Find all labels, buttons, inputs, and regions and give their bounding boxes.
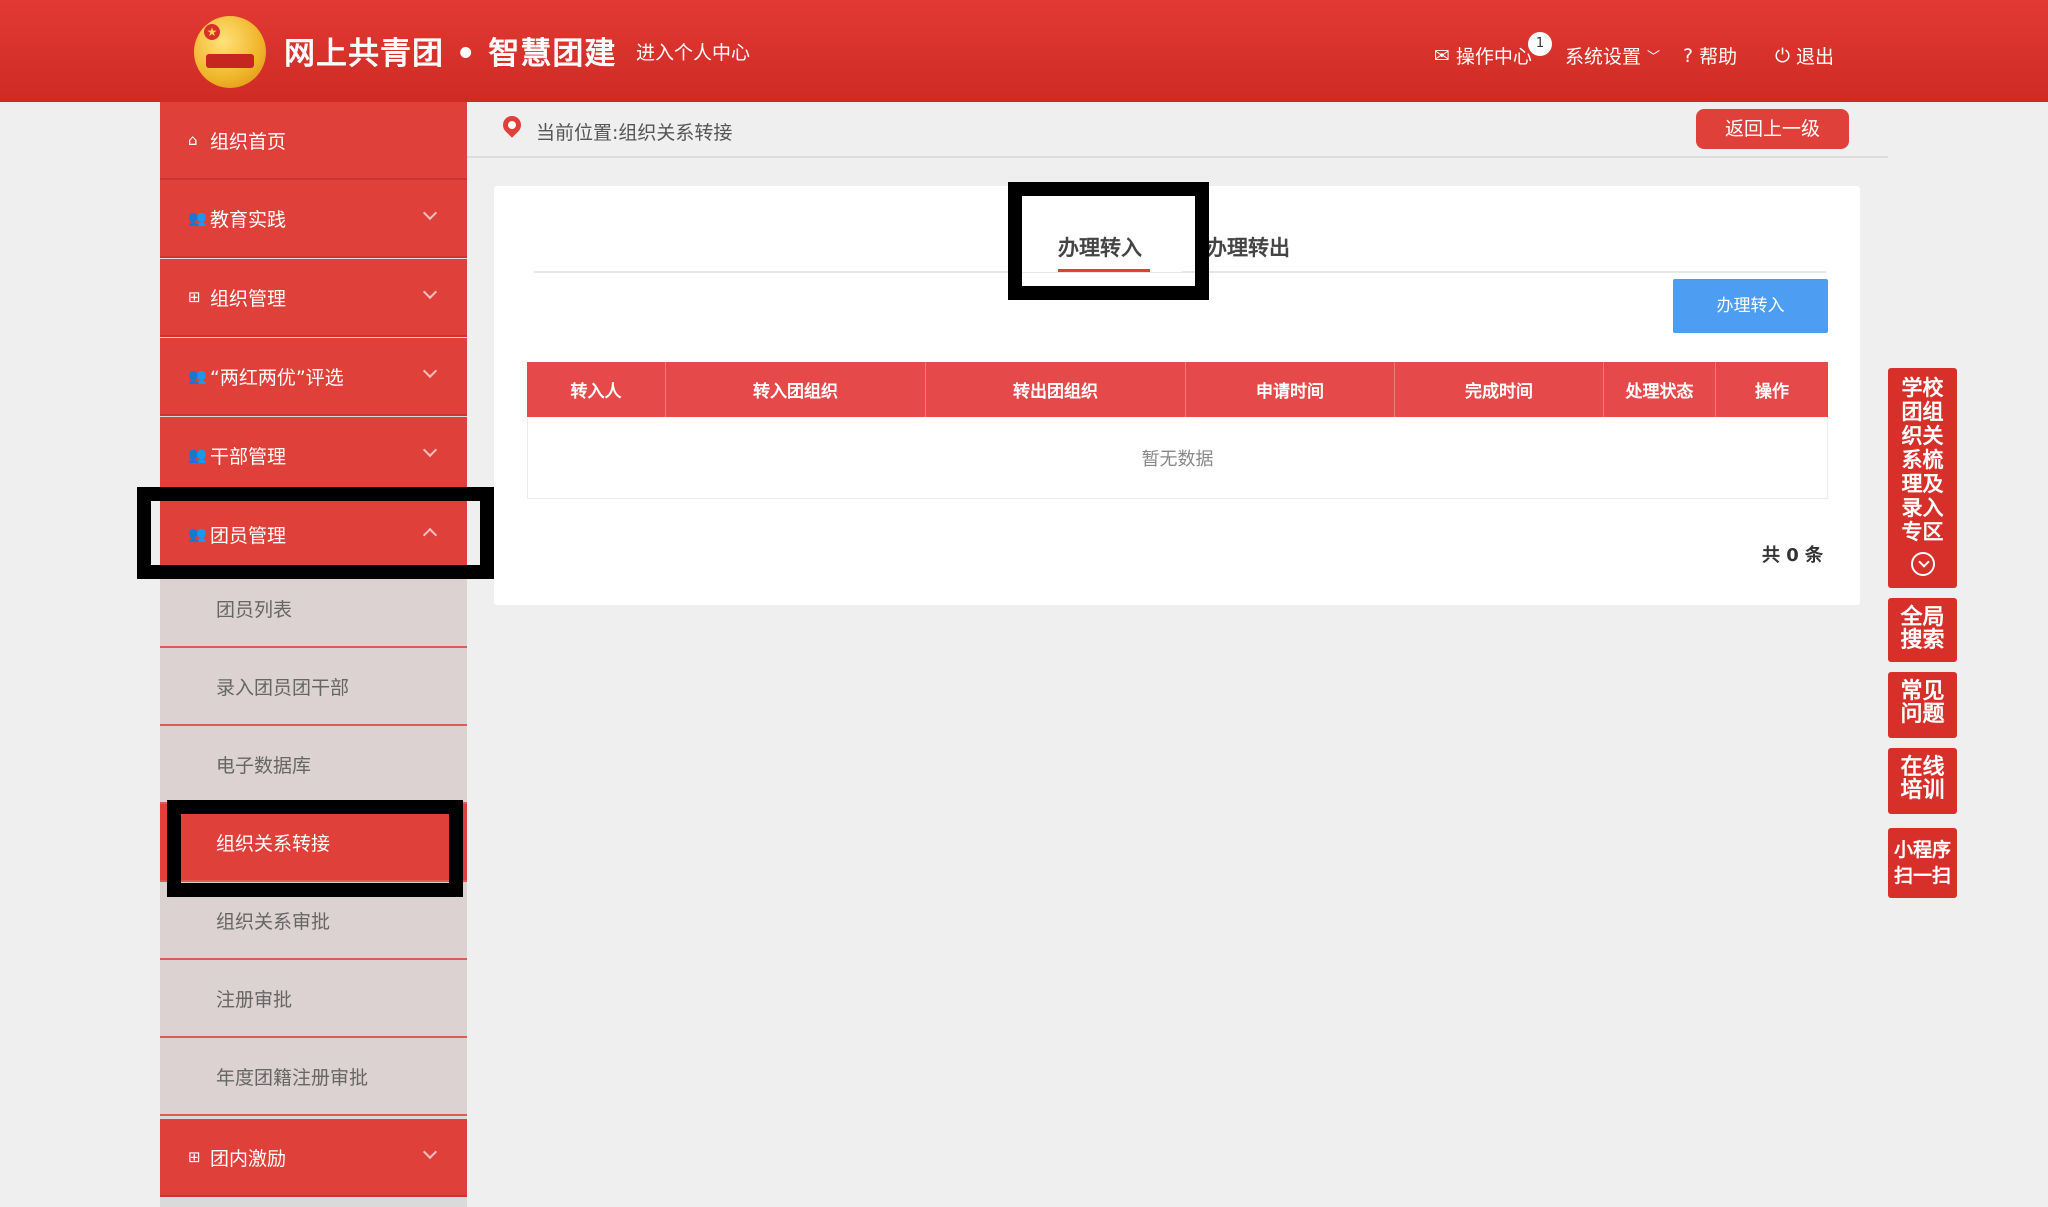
sidebar-item-incentives[interactable]: ⊞ 团内激励 (160, 1119, 467, 1197)
transfer-table: 转入人 转入团组织 转出团组织 申请时间 完成时间 处理状态 操作 暂无数据 (527, 362, 1828, 499)
site-title: 网上共青团 • 智慧团建 (284, 36, 617, 72)
back-button[interactable]: 返回上一级 (1696, 109, 1849, 149)
sidebar-item-label: 干部管理 (210, 445, 287, 468)
sidebar-subitem-registration-approval[interactable]: 注册审批 (160, 960, 467, 1038)
help-link[interactable]: ? 帮助 (1683, 42, 1737, 69)
ops-center-link[interactable]: ✉ 操作中心 (1434, 42, 1532, 69)
chevron-down-icon (422, 205, 438, 221)
global-search-tab[interactable]: 全局搜索 (1888, 598, 1957, 662)
chevron-down-icon (422, 284, 438, 300)
column-header[interactable]: 操作 (1716, 362, 1828, 417)
column-header[interactable]: 转出团组织 (926, 362, 1186, 417)
star-icon: ★ (204, 24, 220, 40)
question-icon: ? (1683, 44, 1694, 67)
league-logo: ★ (194, 16, 266, 88)
sidebar-subitem-database[interactable]: 电子数据库 (160, 726, 467, 804)
sidebar-subitem-add-member[interactable]: 录入团员团干部 (160, 648, 467, 726)
highlight-box-members (137, 487, 494, 579)
ribbon-icon (206, 54, 254, 68)
chevron-down-icon (422, 442, 438, 458)
faq-label: 常见问题 (1900, 679, 1945, 727)
system-settings-menu[interactable]: 系统设置 ﹀ (1565, 42, 1660, 69)
empty-table-message: 暂无数据 (527, 417, 1828, 499)
table-header-row: 转入人 转入团组织 转出团组织 申请时间 完成时间 处理状态 操作 (527, 362, 1828, 417)
global-search-label: 全局搜索 (1900, 605, 1945, 653)
breadcrumb-text: 当前位置:组织关系转接 (536, 122, 733, 144)
transfer-in-button[interactable]: 办理转入 (1673, 279, 1828, 333)
users-icon: 👥 (188, 367, 207, 385)
sidebar-item-org-management[interactable]: ⊞ 组织管理 (160, 259, 467, 337)
column-header[interactable]: 申请时间 (1186, 362, 1395, 417)
sidebar-subitem-annual-registration[interactable]: 年度团籍注册审批 (160, 1038, 467, 1116)
envelope-icon: ✉ (1434, 44, 1450, 67)
highlight-box-tab (1008, 182, 1209, 300)
mini-program-label: 小程序扫一扫 (1893, 839, 1951, 887)
ops-center-label: 操作中心 (1455, 46, 1532, 68)
school-org-zone-label: 学校团组织关系梳理及录入专区 (1901, 376, 1944, 544)
column-header[interactable]: 完成时间 (1395, 362, 1604, 417)
sidebar: ⌂ 组织首页 👥 教育实践 ⊞ 组织管理 👥 “两红两优”评选 👥 干部管理 👥… (160, 102, 467, 1207)
online-training-label: 在线培训 (1900, 755, 1945, 803)
sidebar-item-awards[interactable]: 👥 “两红两优”评选 (160, 338, 467, 416)
notification-badge: 1 (1528, 32, 1552, 56)
personal-center-link[interactable]: 进入个人中心 (636, 38, 750, 65)
column-header[interactable]: 转入团组织 (666, 362, 926, 417)
logout-label: 退出 (1796, 46, 1835, 68)
online-training-tab[interactable]: 在线培训 (1888, 748, 1957, 814)
total-count: 共 0 条 (1762, 545, 1824, 566)
sitemap-icon: ⊞ (188, 288, 201, 306)
sidebar-item-label: 教育实践 (210, 208, 287, 231)
sidebar-subitem-member-list[interactable]: 团员列表 (160, 570, 467, 648)
sitemap-icon: ⊞ (188, 1148, 201, 1166)
power-icon: ⏻ (1775, 44, 1791, 67)
school-org-zone-tab[interactable]: 学校团组织关系梳理及录入专区 (1888, 368, 1957, 588)
sidebar-item-label: 组织首页 (210, 130, 287, 153)
sidebar-item-home[interactable]: ⌂ 组织首页 (160, 102, 467, 180)
sidebar-item-label: 团内激励 (210, 1147, 287, 1170)
users-icon: 👥 (188, 209, 207, 227)
highlight-box-transfer (167, 800, 463, 897)
column-header[interactable]: 处理状态 (1604, 362, 1716, 417)
circle-chevron-down-icon (1910, 552, 1935, 576)
settings-label: 系统设置 (1565, 46, 1642, 68)
logout-link[interactable]: ⏻ 退出 (1775, 42, 1834, 69)
mini-program-tab[interactable]: 小程序扫一扫 (1888, 828, 1957, 898)
column-header[interactable]: 转入人 (527, 362, 666, 417)
chevron-down-icon (422, 363, 438, 379)
sidebar-item-label: “两红两优”评选 (210, 366, 344, 389)
help-label: 帮助 (1699, 46, 1738, 68)
home-icon: ⌂ (188, 131, 198, 149)
sidebar-item-label: 组织管理 (210, 287, 287, 310)
chevron-down-icon (422, 1144, 438, 1160)
sidebar-item-education[interactable]: 👥 教育实践 (160, 180, 467, 258)
sidebar-item-cadre[interactable]: 👥 干部管理 (160, 417, 467, 495)
chevron-down-icon: ﹀ (1647, 50, 1661, 65)
users-icon: 👥 (188, 446, 207, 464)
faq-tab[interactable]: 常见问题 (1888, 672, 1957, 738)
tab-transfer-out[interactable]: 办理转出 (1206, 232, 1290, 262)
